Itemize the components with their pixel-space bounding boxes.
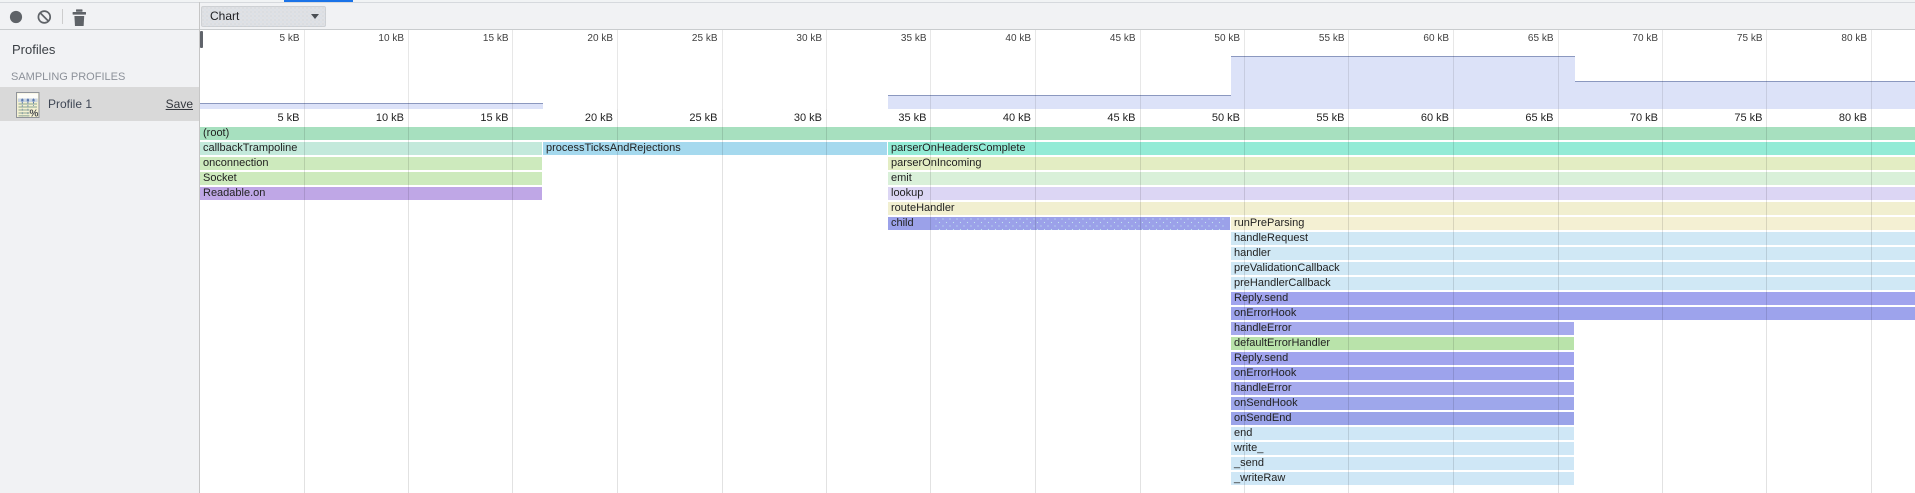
svg-text:%: %: [30, 109, 39, 119]
